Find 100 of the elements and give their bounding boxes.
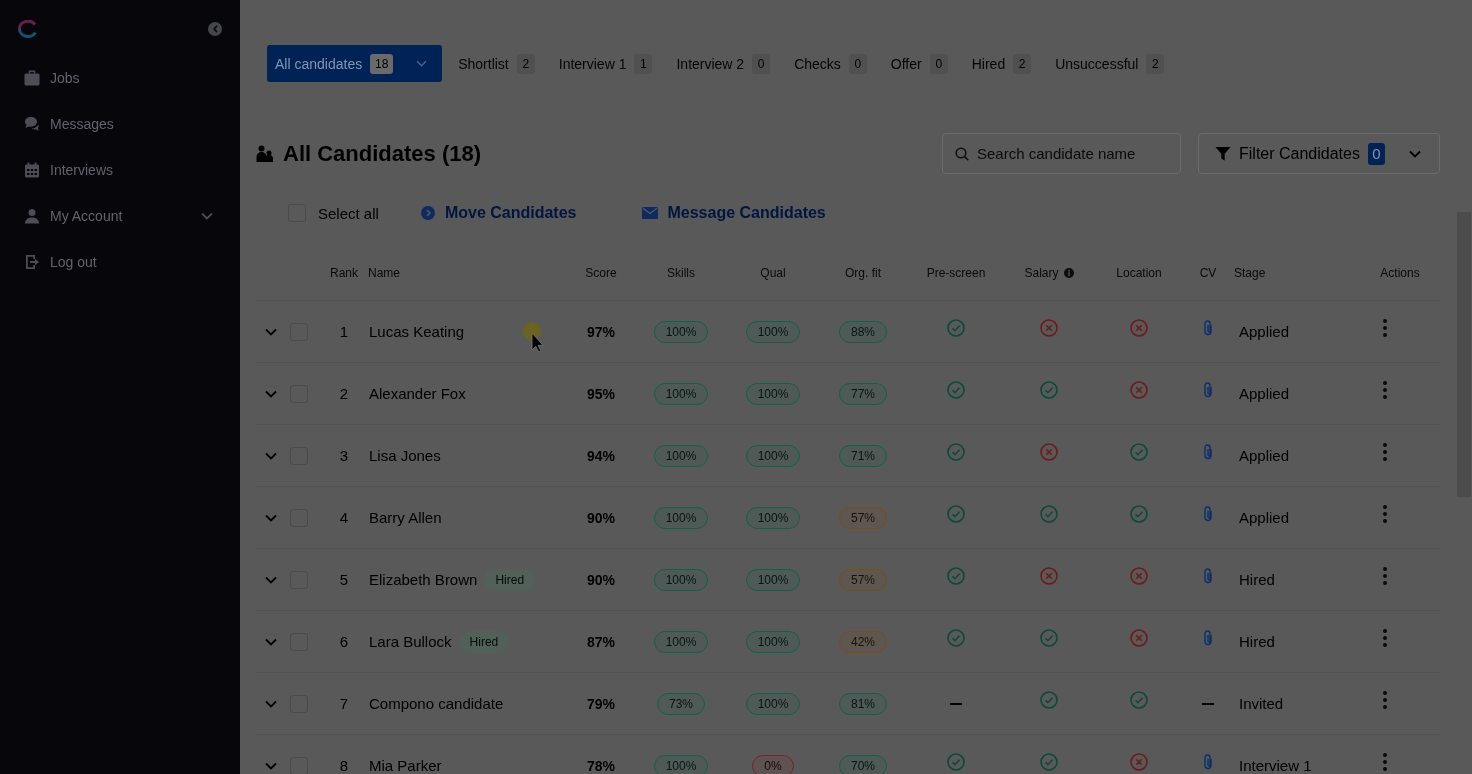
briefcase-icon [24,70,40,86]
chevron-down-icon[interactable] [265,761,277,770]
qual-pill: 100% [745,444,801,467]
chevron-down-icon [416,60,428,67]
overall-score: 79% [587,695,615,712]
bulk-action-button[interactable]: Message Candidates [642,204,826,222]
collapse-button[interactable] [208,22,222,36]
paperclip-icon[interactable] [1203,320,1213,336]
candidate-name[interactable]: Mia Parker [369,757,442,774]
logo-icon [18,20,38,38]
chevron-down-icon[interactable] [265,451,277,460]
paperclip-icon[interactable] [1203,630,1213,646]
count-badge: 2 [1146,53,1165,74]
qual-pill: 100% [745,506,801,529]
skills-pill: 100% [653,444,709,467]
candidate-name[interactable]: Lisa Jones [369,447,441,464]
column-header: Salary [1024,266,1059,280]
rank-number: 1 [339,323,349,340]
org-fit-pill: 81% [839,692,887,715]
more-icon[interactable] [1383,753,1387,771]
skills-pill: 100% [653,630,709,653]
chevron-left-icon [212,25,218,33]
chevron-down-icon[interactable] [265,513,277,522]
chat-bubbles-icon [24,116,40,132]
chevron-down-icon[interactable] [265,699,277,708]
filter-button[interactable]: Filter Candidates 0 [1198,133,1440,174]
org-fit-pill: 71% [839,444,887,467]
stage-text: Invited [1239,695,1284,712]
stage-text: Applied [1239,509,1290,526]
count-badge: 2 [1013,53,1032,74]
bulk-action-button[interactable]: Move Candidates [420,204,577,222]
chevron-down-icon[interactable] [265,575,277,584]
search-field[interactable]: Search candidate name [942,133,1181,174]
column-header: Name [368,266,400,280]
stage-tab[interactable]: Interview 1 1 [546,45,665,82]
overall-score: 95% [587,385,615,402]
count-badge: 1 [634,53,653,74]
column-header: Pre-screen [926,266,986,280]
stage-tab[interactable]: Shortlist 2 [446,45,547,82]
select-all-label[interactable]: Select all [318,204,379,222]
rank-number: 7 [339,695,349,712]
search-icon [955,147,969,161]
org-fit-pill: 88% [839,320,887,343]
stage-tab[interactable]: All candidates 18 [267,45,443,82]
stage-text: Hired [1239,633,1275,650]
nav-item[interactable]: Messages [0,101,240,147]
qual-pill: 100% [745,382,801,405]
chevron-down-icon[interactable] [265,327,277,336]
nav-item[interactable]: My Account [0,193,240,239]
chevron-down-icon[interactable] [265,389,277,398]
paperclip-icon[interactable] [1203,754,1213,770]
paperclip-icon[interactable] [1203,444,1213,460]
skills-pill: 100% [653,320,709,343]
stage-tab[interactable]: Checks 0 [782,45,879,82]
count-badge: 0 [848,53,867,74]
more-icon[interactable] [1383,381,1387,399]
more-icon[interactable] [1383,319,1387,337]
stage-tab[interactable]: Hired 2 [959,45,1044,82]
paperclip-icon[interactable] [1203,382,1213,398]
more-icon[interactable] [1383,443,1387,461]
more-icon[interactable] [1383,691,1387,709]
calendar-icon [24,162,40,178]
stage-tab[interactable]: Offer 0 [878,45,960,82]
org-fit-pill: 42% [839,630,887,653]
paperclip-icon[interactable] [1203,506,1213,522]
more-icon[interactable] [1383,629,1387,647]
rank-number: 3 [339,447,349,464]
more-icon[interactable] [1383,567,1387,585]
candidate-name[interactable]: Compono candidate [369,695,504,712]
qual-pill: 100% [745,692,801,715]
nav-item[interactable]: Log out [0,239,240,285]
candidate-name[interactable]: Elizabeth Brown [369,571,478,588]
paperclip-icon[interactable] [1203,568,1213,584]
rank-number: 8 [339,757,349,774]
status-tag: Hired [458,630,510,653]
candidate-name[interactable]: Lara Bullock [369,633,452,650]
stage-tab[interactable]: Unsuccessful 2 [1043,45,1177,82]
chevron-down-icon[interactable] [265,637,277,646]
stage-text: Interview 1 [1239,757,1312,774]
count-badge: 2 [516,53,535,74]
envelope-icon [642,207,659,219]
candidate-name[interactable]: Barry Allen [369,509,442,526]
stage-text: Hired [1239,571,1275,588]
status-tag: Hired [484,568,536,591]
user-icon [24,208,40,224]
nav-item[interactable]: Interviews [0,147,240,193]
candidate-name[interactable]: Lucas Keating [369,323,465,340]
rank-number: 2 [339,385,349,402]
candidate-name[interactable]: Alexander Fox [369,385,466,402]
stage-text: Applied [1239,385,1290,402]
qual-pill: 100% [745,568,801,591]
skills-pill: 100% [653,382,709,405]
more-icon[interactable] [1383,505,1387,523]
count-badge: 0 [1367,142,1385,165]
stage-tab[interactable]: Interview 2 0 [664,45,783,82]
column-header: Qual [760,266,786,280]
column-header: Skills [667,266,695,280]
users-icon [256,145,274,162]
nav-item[interactable]: Jobs [0,55,240,101]
overall-score: 90% [587,571,615,588]
